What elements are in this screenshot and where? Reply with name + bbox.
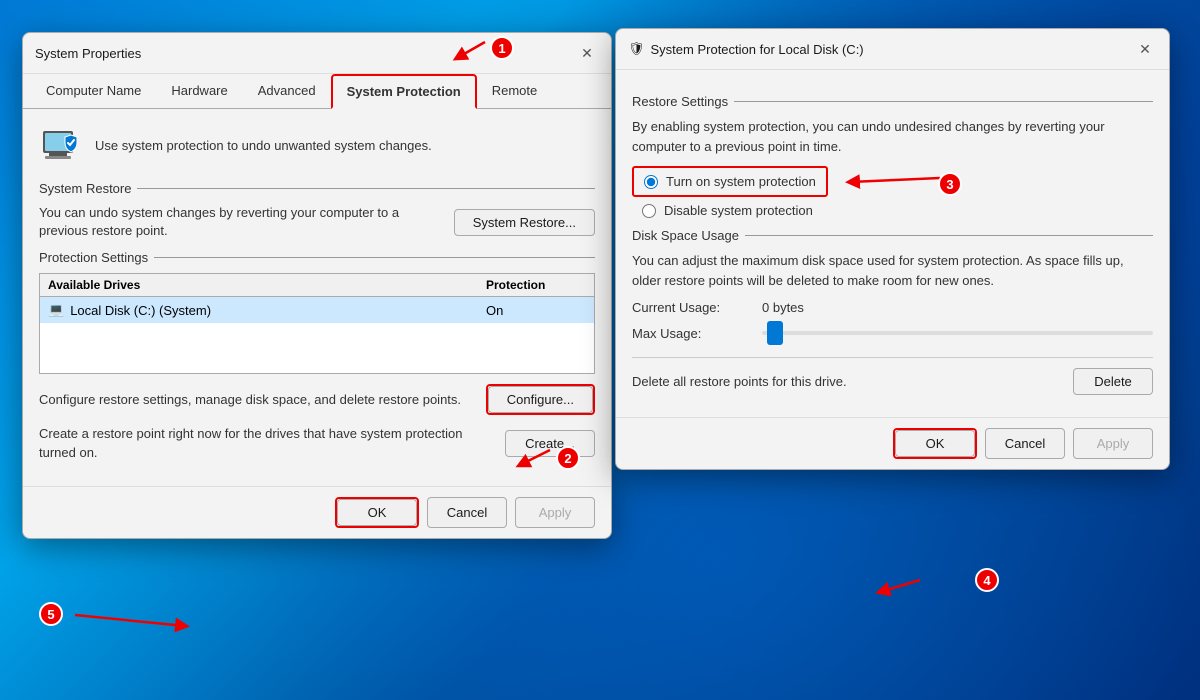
- radio-group: Turn on system protection Disable system…: [632, 166, 1153, 218]
- radio-turn-on-box: Turn on system protection: [632, 166, 828, 197]
- dialog1-ok-button-box: OK: [335, 497, 419, 528]
- create-row: Create a restore point right now for the…: [39, 425, 595, 461]
- configure-button[interactable]: Configure...: [488, 386, 593, 413]
- radio-disable-label: Disable system protection: [664, 203, 813, 218]
- tab-computer-name[interactable]: Computer Name: [31, 74, 156, 109]
- radio-turn-on-row: Turn on system protection: [632, 166, 1153, 197]
- dialog1-title: System Properties: [35, 46, 141, 61]
- annotation-3: 3: [938, 172, 962, 196]
- dialog1-ok-button[interactable]: OK: [337, 499, 417, 526]
- system-properties-dialog: System Properties ✕ Computer Name Hardwa…: [22, 32, 612, 539]
- dialog1-cancel-button[interactable]: Cancel: [427, 497, 507, 528]
- disk-usage-desc: You can adjust the maximum disk space us…: [632, 251, 1153, 290]
- section-divider-3: [734, 101, 1153, 102]
- system-restore-section: System Restore You can undo system chang…: [39, 181, 595, 240]
- radio-turn-on-label: Turn on system protection: [666, 174, 816, 189]
- col-protection: Protection: [486, 278, 586, 292]
- dialog1-footer: OK Cancel Apply: [23, 486, 611, 538]
- restore-settings-desc: By enabling system protection, you can u…: [632, 117, 1153, 156]
- drives-table: Available Drives Protection 💻 Local Disk…: [39, 273, 595, 374]
- table-row[interactable]: 💻 Local Disk (C:) (System) On: [40, 297, 594, 323]
- slider-track: [762, 331, 1153, 335]
- tab-remote[interactable]: Remote: [477, 74, 553, 109]
- dialog2-content: Restore Settings By enabling system prot…: [616, 70, 1169, 417]
- create-button[interactable]: Create...: [505, 430, 595, 457]
- dialog2-cancel-button[interactable]: Cancel: [985, 428, 1065, 459]
- annotation-4: 4: [975, 568, 999, 592]
- configure-button-box: Configure...: [486, 384, 595, 415]
- col-drives: Available Drives: [48, 278, 486, 292]
- disk-usage-label: Disk Space Usage: [632, 228, 739, 243]
- restore-settings-section: Restore Settings By enabling system prot…: [632, 94, 1153, 218]
- annotation-1: 1: [490, 36, 514, 60]
- dialog1-titlebar: System Properties ✕: [23, 33, 611, 74]
- current-usage-label: Current Usage:: [632, 300, 742, 315]
- restore-row: You can undo system changes by reverting…: [39, 204, 595, 240]
- configure-row: Configure restore settings, manage disk …: [39, 384, 595, 415]
- dialog1-close-button[interactable]: ✕: [575, 41, 599, 65]
- dialog2-ok-button-box: OK: [893, 428, 977, 459]
- section-divider-2: [154, 257, 595, 258]
- max-usage-row: Max Usage:: [632, 323, 1153, 343]
- delete-button[interactable]: Delete: [1073, 368, 1153, 395]
- tab-hardware[interactable]: Hardware: [156, 74, 242, 109]
- system-protection-dialog: 🛡 System Protection for Local Disk (C:) …: [615, 28, 1170, 470]
- dialog1-apply-button[interactable]: Apply: [515, 497, 595, 528]
- radio-disable[interactable]: [642, 204, 656, 218]
- current-usage-value: 0 bytes: [762, 300, 804, 315]
- slider-thumb[interactable]: [767, 321, 783, 345]
- configure-text: Configure restore settings, manage disk …: [39, 391, 474, 409]
- protection-settings-section: Protection Settings Available Drives Pro…: [39, 250, 595, 374]
- system-restore-label: System Restore: [39, 181, 131, 196]
- info-row: Use system protection to undo unwanted s…: [39, 123, 595, 167]
- tab-system-protection[interactable]: System Protection: [331, 74, 477, 109]
- max-usage-label: Max Usage:: [632, 326, 742, 341]
- dialog2-title-icon: 🛡: [628, 41, 645, 57]
- dialog2-footer: OK Cancel Apply: [616, 417, 1169, 469]
- create-text: Create a restore point right now for the…: [39, 425, 493, 461]
- drives-table-header: Available Drives Protection: [40, 274, 594, 297]
- current-usage-row: Current Usage: 0 bytes: [632, 300, 1153, 315]
- radio-disable-row: Disable system protection: [642, 203, 1153, 218]
- dialog1-content: Use system protection to undo unwanted s…: [23, 109, 611, 486]
- annotation-5: 5: [39, 602, 63, 626]
- restore-settings-label: Restore Settings: [632, 94, 728, 109]
- dialog2-apply-button[interactable]: Apply: [1073, 428, 1153, 459]
- system-restore-button[interactable]: System Restore...: [454, 209, 595, 236]
- delete-row: Delete all restore points for this drive…: [632, 357, 1153, 395]
- dialog1-tabs: Computer Name Hardware Advanced System P…: [23, 74, 611, 109]
- info-text: Use system protection to undo unwanted s…: [95, 138, 432, 153]
- radio-turn-on[interactable]: [644, 175, 658, 189]
- dialog2-title: 🛡 System Protection for Local Disk (C:): [628, 41, 864, 57]
- annotation-2: 2: [556, 446, 580, 470]
- drives-table-empty: [40, 323, 594, 373]
- section-divider-1: [137, 188, 595, 189]
- drive-protection: On: [486, 303, 586, 318]
- protection-settings-label: Protection Settings: [39, 250, 148, 265]
- arrow-4: [810, 560, 930, 620]
- dialog2-titlebar: 🛡 System Protection for Local Disk (C:) …: [616, 29, 1169, 70]
- dialog2-close-button[interactable]: ✕: [1133, 37, 1157, 61]
- drive-icon: 💻: [48, 302, 64, 318]
- section-divider-4: [745, 235, 1153, 236]
- delete-text: Delete all restore points for this drive…: [632, 374, 847, 389]
- disk-usage-section: Disk Space Usage You can adjust the maxi…: [632, 228, 1153, 343]
- dialog2-ok-button[interactable]: OK: [895, 430, 975, 457]
- drive-name: Local Disk (C:) (System): [70, 303, 211, 318]
- max-usage-slider-container: [762, 323, 1153, 343]
- system-protection-icon: [39, 123, 83, 167]
- restore-description: You can undo system changes by reverting…: [39, 204, 442, 240]
- tab-advanced[interactable]: Advanced: [243, 74, 331, 109]
